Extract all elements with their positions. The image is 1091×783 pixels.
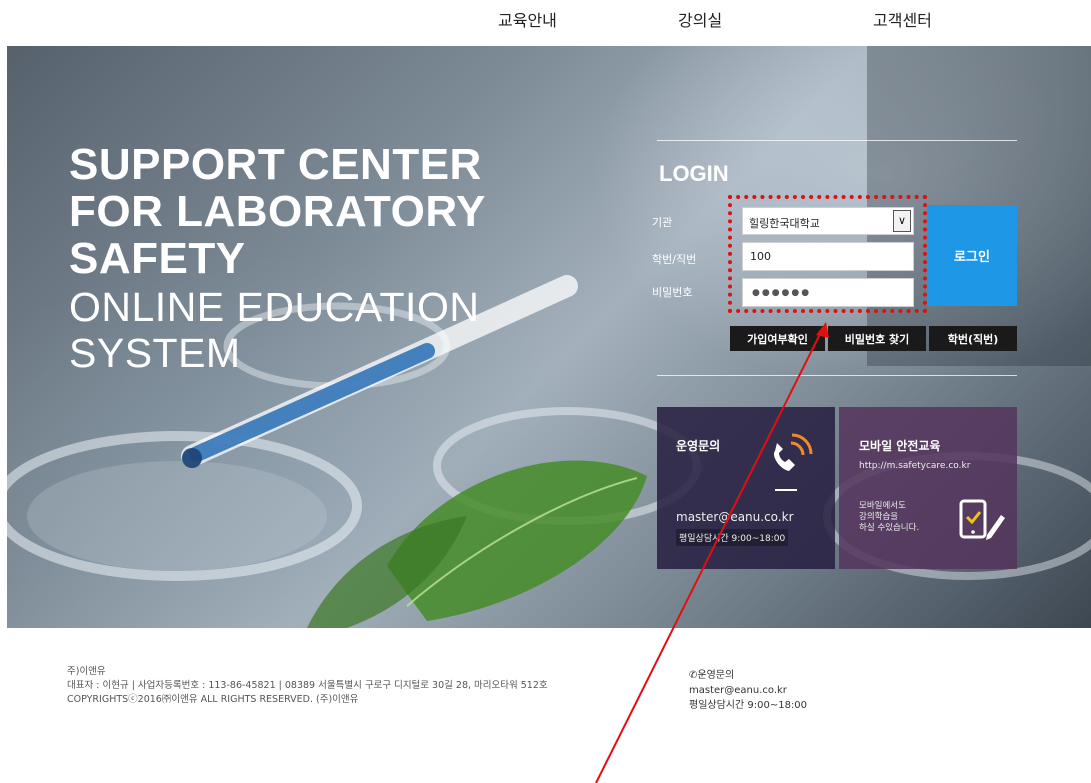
support-panel[interactable]: 운영문의 master@eanu.co.kr 평일상담시간 9:00~18:00 <box>657 407 835 569</box>
nav-education-info[interactable]: 교육안내 <box>498 7 557 31</box>
hero-subtitle-line-1: ONLINE EDUCATION <box>69 284 480 330</box>
footer-company: 주)이앤유 <box>67 666 106 677</box>
institution-label: 기관 <box>652 216 673 229</box>
support-panel-email: master@eanu.co.kr <box>676 510 794 524</box>
mobile-panel-description: 모바일에서도 강의학습을 하실 수있습니다. <box>859 501 949 534</box>
hero-banner: SUPPORT CENTER FOR LABORATORY SAFETY ONL… <box>7 46 1091 628</box>
password-label: 비밀번호 <box>652 286 693 299</box>
footer-contact-title-line: ✆운영문의 <box>689 668 807 683</box>
hero-title-line-3: SAFETY <box>69 234 246 283</box>
support-panel-hours: 평일상담시간 9:00~18:00 <box>676 529 789 546</box>
footer-contact-email: master@eanu.co.kr <box>689 685 787 696</box>
membership-check-button[interactable]: 가입여부확인 <box>730 326 825 351</box>
find-password-button[interactable]: 비밀번호 찾기 <box>828 326 926 351</box>
footer-contact: ✆운영문의 master@eanu.co.kr 평일상담시간 9:00~18:0… <box>689 668 807 713</box>
login-button[interactable]: 로그인 <box>927 205 1017 306</box>
hero-title-line-2: FOR LABORATORY <box>69 187 486 236</box>
footer-company-info: 주)이앤유 대표자 : 이현규 | 사업자등록번호 : 113-86-45821… <box>67 665 548 707</box>
mobile-education-panel[interactable]: 모바일 안전교육 http://m.safetycare.co.kr 모바일에서… <box>839 407 1017 569</box>
login-title: LOGIN <box>659 161 729 186</box>
mobile-phone-icon <box>959 499 1005 540</box>
hero-subtitle-line-2: SYSTEM <box>69 330 241 376</box>
divider-top <box>657 140 1017 141</box>
support-panel-divider <box>775 489 797 491</box>
mobile-panel-desc-line-2: 강의학습을 <box>859 512 899 522</box>
footer-contact-hours: 평일상담시간 9:00~18:00 <box>689 700 808 711</box>
top-navigation: 교육안내 강의실 고객센터 <box>0 0 1091 46</box>
phone-icon <box>773 433 813 471</box>
highlight-annotation-box <box>728 195 927 313</box>
mobile-panel-title: 모바일 안전교육 <box>859 439 941 453</box>
hero-title-line-1: SUPPORT CENTER <box>69 140 482 189</box>
student-id-button[interactable]: 학번(직번) <box>929 326 1017 351</box>
student-id-label: 학번/직번 <box>652 253 697 266</box>
nav-customer-center[interactable]: 고객센터 <box>873 7 932 31</box>
footer-info: 대표자 : 이현규 | 사업자등록번호 : 113-86-45821 | 083… <box>67 680 548 691</box>
support-panel-title: 운영문의 <box>676 439 721 453</box>
mobile-panel-url: http://m.safetycare.co.kr <box>859 461 971 471</box>
footer-contact-title: 운영문의 <box>697 670 735 681</box>
nav-classroom[interactable]: 강의실 <box>678 7 722 31</box>
mobile-panel-desc-line-3: 하실 수있습니다. <box>859 523 920 533</box>
divider-bottom <box>657 375 1017 376</box>
footer-copyright: COPYRIGHTSⓒ2016㈜이앤유 ALL RIGHTS RESERVED.… <box>67 694 359 705</box>
mobile-panel-desc-line-1: 모바일에서도 <box>859 501 906 511</box>
